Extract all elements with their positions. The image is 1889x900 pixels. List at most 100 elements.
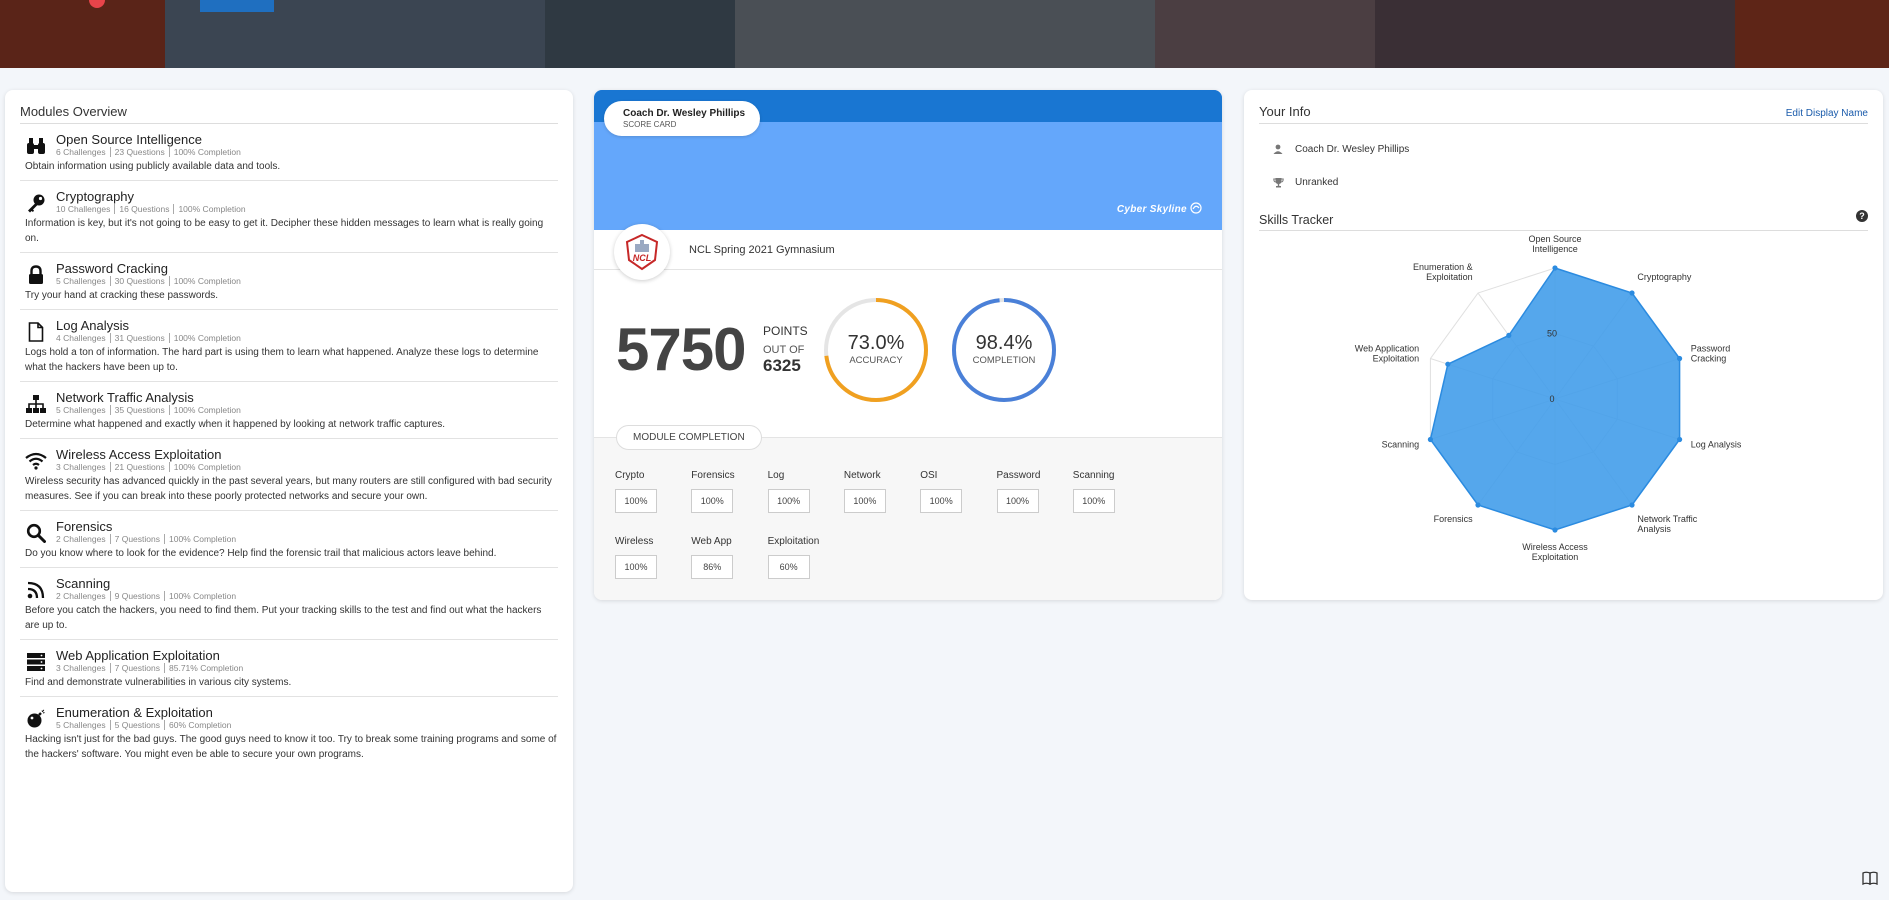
- module-name[interactable]: Cryptography: [56, 189, 246, 204]
- bomb-icon: [25, 708, 47, 730]
- modules-overview-title: Modules Overview: [20, 104, 558, 124]
- module-title-block: Open Source Intelligence 6 Challenges 23 Q…: [56, 132, 241, 157]
- module-meta: 2 Challenges 9 Questions 100% Completion: [56, 591, 237, 601]
- radar-axis-label: Wireless Access: [1522, 542, 1588, 552]
- module-meta: 5 Challenges 35 Questions 100% Completion: [56, 405, 241, 415]
- skyline-swirl-icon: [1190, 202, 1202, 214]
- module-completion-value: 100%: [691, 489, 734, 513]
- module-name[interactable]: Forensics: [56, 519, 236, 534]
- module-title-block: Log Analysis 4 Challenges 31 Questions 100%…: [56, 318, 241, 343]
- module-description: Do you know where to look for the eviden…: [25, 548, 497, 559]
- module-item[interactable]: Scanning 2 Challenges 9 Questions 100% Comp…: [20, 568, 558, 640]
- completion-value: 98.4%: [975, 332, 1033, 354]
- module-header: Password Cracking 5 Challenges 30 Question…: [20, 261, 558, 286]
- module-title-block: Password Cracking 5 Challenges 30 Question…: [56, 261, 241, 286]
- module-meta: 5 Challenges 30 Questions 100% Completion: [56, 276, 241, 286]
- module-item[interactable]: Forensics 2 Challenges 7 Questions 100% Com…: [20, 511, 558, 568]
- module-completion-item: Crypto 100%: [615, 470, 657, 513]
- module-completion-name: Scanning: [1072, 470, 1115, 481]
- module-name[interactable]: Web Application Exploitation: [56, 648, 243, 663]
- module-completion: 100% Completion: [164, 534, 237, 544]
- module-completion-item: OSI 100%: [920, 470, 963, 513]
- module-item[interactable]: Network Traffic Analysis 5 Challenges 35 Q…: [20, 382, 558, 439]
- module-questions: 30 Questions: [109, 276, 165, 286]
- module-meta: 3 Challenges 21 Questions 100% Completion: [56, 462, 241, 472]
- module-header: Web Application Exploitation 3 Challenges…: [20, 648, 558, 673]
- module-questions: 31 Questions: [109, 333, 165, 343]
- ncl-logo-text: NCL: [633, 253, 652, 263]
- wifi-icon: [25, 450, 47, 472]
- module-meta: 4 Challenges 31 Questions 100% Completion: [56, 333, 241, 343]
- module-completion-name: Web App: [691, 536, 732, 547]
- skill-point[interactable]: [1676, 436, 1683, 443]
- skill-point[interactable]: [1445, 361, 1451, 367]
- module-completion-name: Exploitation: [767, 536, 820, 547]
- skill-point[interactable]: [1552, 527, 1558, 533]
- search-icon: [25, 522, 47, 544]
- module-completion: 100% Completion: [168, 147, 241, 157]
- radar-axis-label: Intelligence: [1532, 244, 1578, 254]
- module-completion-value: 100%: [920, 489, 963, 513]
- module-description: Before you catch the hackers, you need t…: [25, 605, 542, 631]
- accuracy-ring: 73.0% ACCURACY: [822, 296, 930, 404]
- skill-point[interactable]: [1676, 355, 1683, 362]
- skill-point[interactable]: [1427, 436, 1434, 443]
- module-item[interactable]: Log Analysis 4 Challenges 31 Questions 100%…: [20, 310, 558, 382]
- accuracy-value: 73.0%: [847, 332, 905, 354]
- lock-icon: [25, 264, 47, 286]
- module-completion: 100% Completion: [173, 204, 246, 214]
- module-questions: 7 Questions: [109, 663, 160, 673]
- module-name[interactable]: Open Source Intelligence: [56, 132, 241, 147]
- module-questions: 23 Questions: [109, 147, 165, 157]
- module-challenges: 6 Challenges: [56, 147, 106, 157]
- skill-point[interactable]: [1552, 265, 1558, 271]
- module-item[interactable]: Password Cracking 5 Challenges 30 Question…: [20, 253, 558, 310]
- module-questions: 5 Questions: [109, 720, 160, 730]
- module-item[interactable]: Wireless Access Exploitation 3 Challenges…: [20, 439, 558, 511]
- radar-tick-label: 0: [1549, 394, 1554, 404]
- module-item[interactable]: Open Source Intelligence 6 Challenges 23 Q…: [20, 124, 558, 181]
- module-completion-name: Crypto: [615, 470, 645, 481]
- module-header: Log Analysis 4 Challenges 31 Questions 100%…: [20, 318, 558, 343]
- module-name[interactable]: Wireless Access Exploitation: [56, 447, 241, 462]
- module-completion: 100% Completion: [164, 591, 237, 601]
- module-item[interactable]: Cryptography 10 Challenges 16 Questions 100…: [20, 181, 558, 253]
- skill-point[interactable]: [1506, 332, 1512, 339]
- module-item[interactable]: Enumeration & Exploitation 5 Challenges 5 …: [20, 697, 558, 768]
- module-title-block: Wireless Access Exploitation 3 Challenges…: [56, 447, 241, 472]
- module-title-block: Forensics 2 Challenges 7 Questions 100% Com…: [56, 519, 237, 544]
- module-name[interactable]: Scanning: [56, 576, 236, 591]
- module-header: Wireless Access Exploitation 3 Challenges…: [20, 447, 558, 472]
- skill-point[interactable]: [1629, 502, 1635, 508]
- module-challenges: 2 Challenges: [56, 591, 106, 601]
- module-name[interactable]: Enumeration & Exploitation: [56, 705, 231, 720]
- binoculars-icon: [25, 135, 47, 157]
- module-item[interactable]: Web Application Exploitation 3 Challenges…: [20, 640, 558, 697]
- module-description: Logs hold a ton of information. The hard…: [25, 347, 539, 373]
- module-name[interactable]: Password Cracking: [56, 261, 241, 276]
- module-title-block: Enumeration & Exploitation 5 Challenges 5 …: [56, 705, 232, 730]
- module-completion: 60% Completion: [164, 720, 232, 730]
- radar-axis-label: Exploitation: [1373, 354, 1420, 364]
- book-icon[interactable]: [1862, 871, 1878, 886]
- radar-axis-label: Log Analysis: [1691, 439, 1742, 449]
- module-header: Cryptography 10 Challenges 16 Questions 100…: [20, 189, 558, 214]
- module-challenges: 10 Challenges: [56, 204, 111, 214]
- modules-list: Open Source Intelligence 6 Challenges 23 Q…: [20, 124, 558, 768]
- skill-point[interactable]: [1629, 290, 1635, 296]
- module-challenges: 5 Challenges: [56, 276, 106, 286]
- module-completion-value: 100%: [615, 555, 657, 579]
- module-description: Information is key, but it's not going t…: [25, 218, 544, 244]
- skill-point[interactable]: [1475, 502, 1481, 508]
- module-completion: 100% Completion: [168, 276, 241, 286]
- radar-tick-label: 50: [1547, 329, 1557, 339]
- module-meta: 5 Challenges 5 Questions 60% Completion: [56, 720, 232, 730]
- score-card: Coach Dr. Wesley Phillips SCORE CARD Cyb…: [594, 90, 1222, 600]
- module-completion-label: MODULE COMPLETION: [616, 425, 762, 450]
- module-name[interactable]: Log Analysis: [56, 318, 241, 333]
- radar-axis-label: Exploitation: [1532, 552, 1579, 562]
- module-title-block: Cryptography 10 Challenges 16 Questions 100…: [56, 189, 246, 214]
- module-meta: 3 Challenges 7 Questions 85.71% Completion: [56, 663, 244, 673]
- module-name[interactable]: Network Traffic Analysis: [56, 390, 241, 405]
- module-header: Enumeration & Exploitation 5 Challenges 5 …: [20, 705, 558, 730]
